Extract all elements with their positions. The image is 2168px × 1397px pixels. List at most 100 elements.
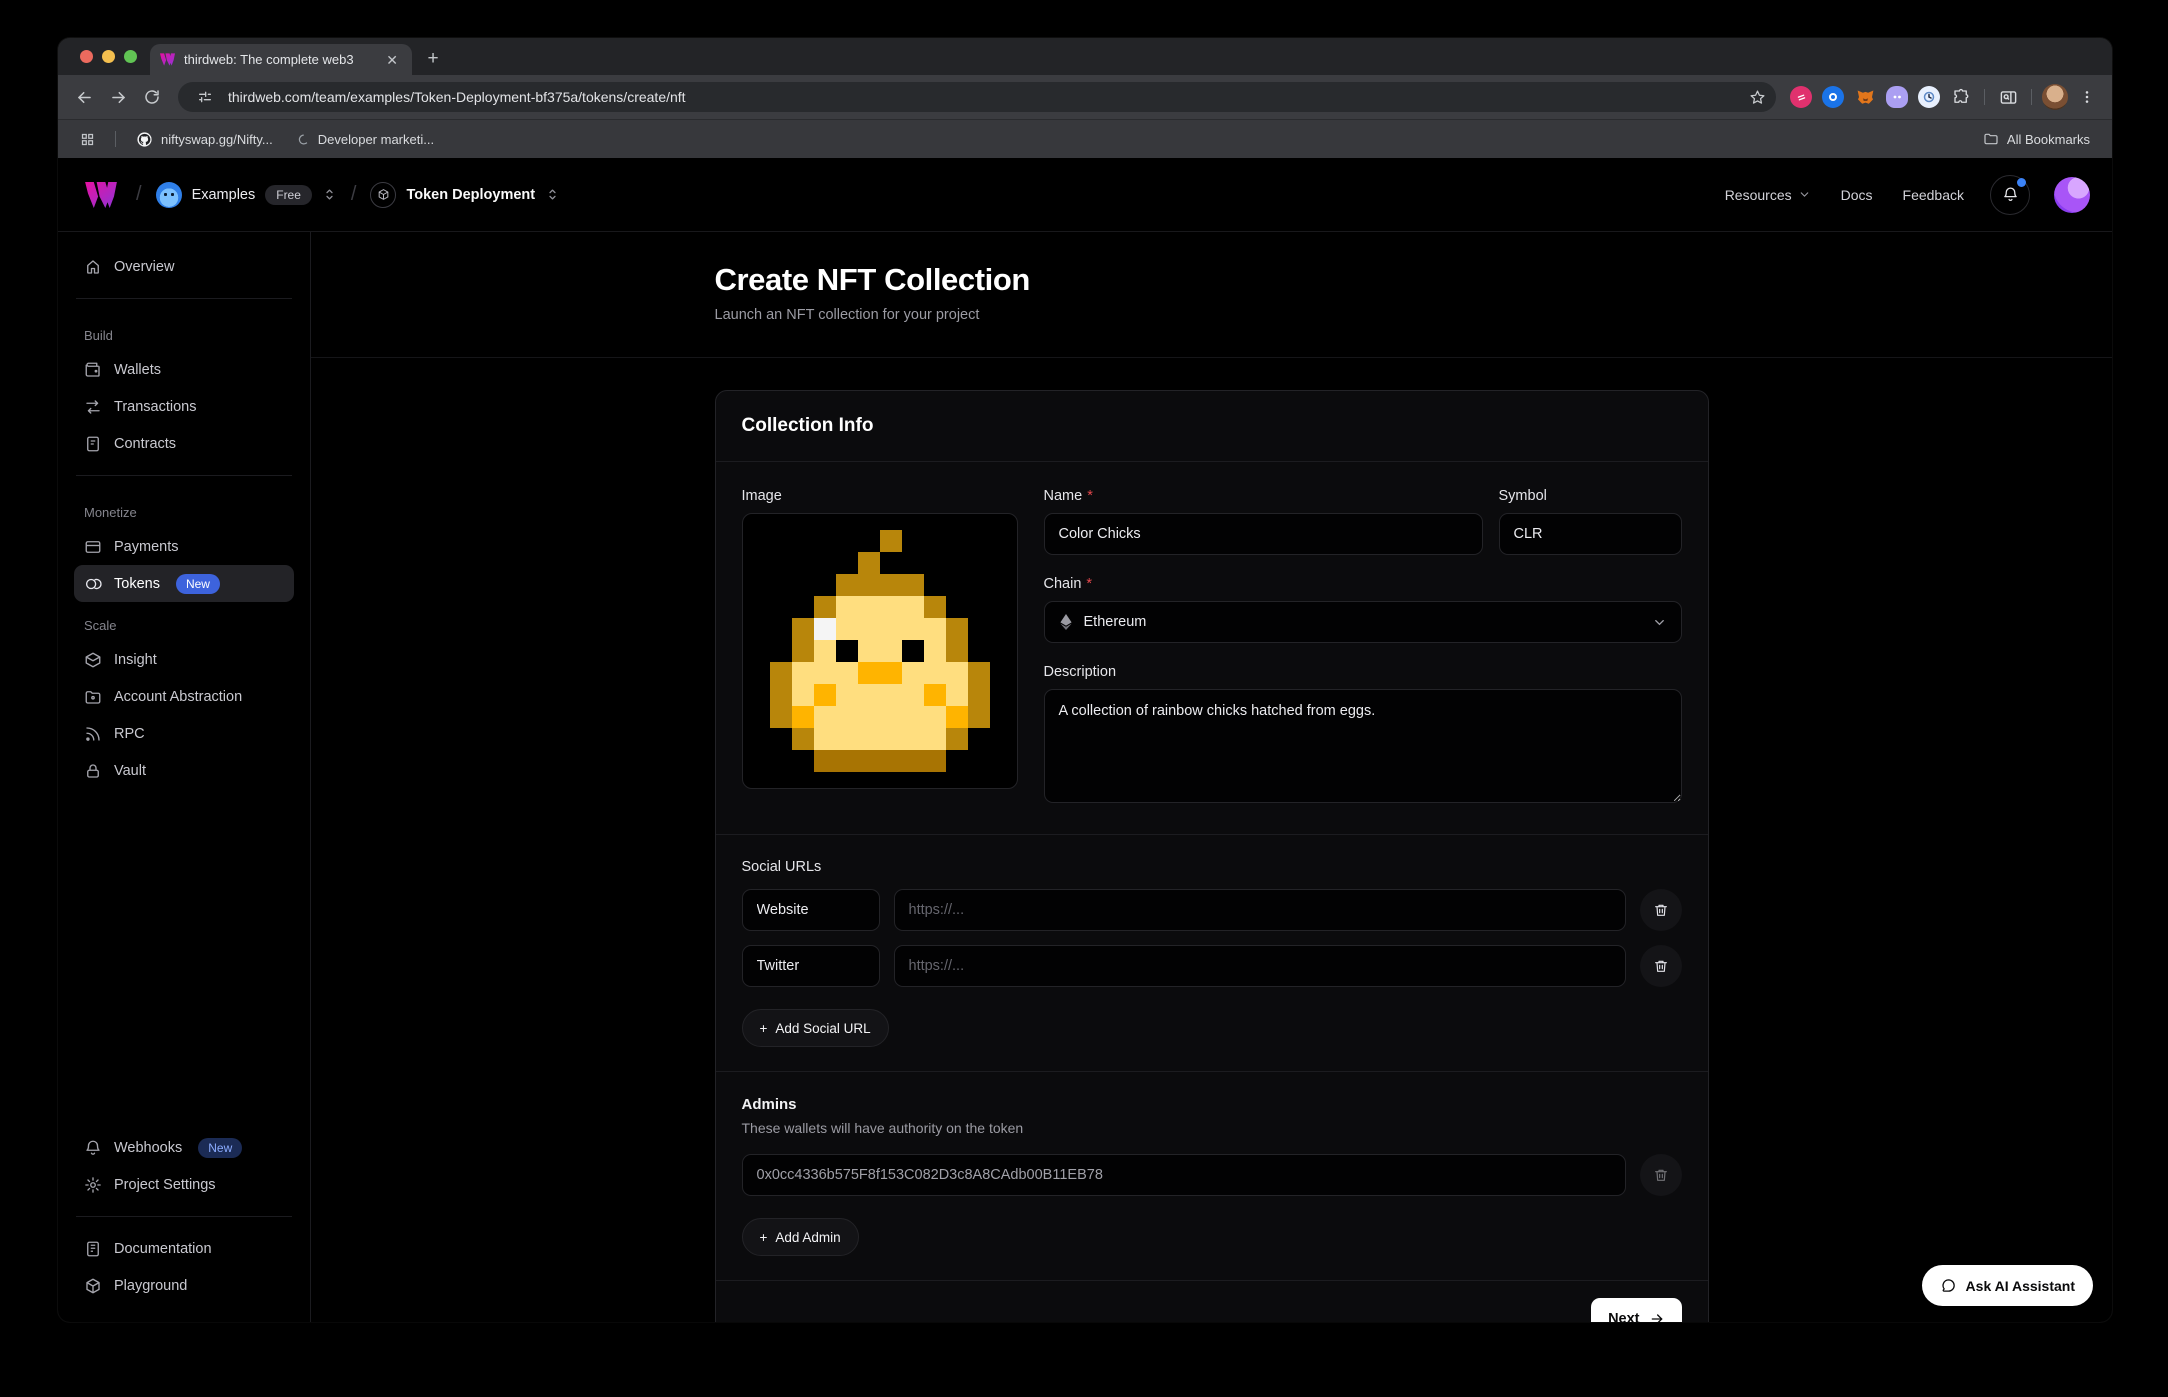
sidebar-item-rpc[interactable]: RPC bbox=[74, 715, 294, 752]
extension-clock-icon[interactable] bbox=[1914, 82, 1944, 112]
chevron-down-icon bbox=[1798, 188, 1811, 201]
bookmark-label: niftyswap.gg/Nifty... bbox=[161, 132, 273, 147]
credit-card-icon bbox=[84, 538, 102, 556]
project-switcher-icon[interactable] bbox=[545, 187, 560, 202]
browser-menu-icon[interactable] bbox=[2072, 82, 2102, 112]
chain-field: Chain* Ethereum bbox=[1044, 576, 1682, 643]
sidebar-item-insight[interactable]: Insight bbox=[74, 641, 294, 678]
thirdweb-dashboard: / Examples Free / Token Deployment bbox=[58, 158, 2112, 1322]
team-switcher-icon[interactable] bbox=[322, 187, 337, 202]
sidebar-item-tokens[interactable]: Tokens New bbox=[74, 565, 294, 602]
extension-blue-icon[interactable] bbox=[1818, 82, 1848, 112]
extension-1password-icon[interactable] bbox=[1786, 82, 1816, 112]
sidebar-item-transactions[interactable]: Transactions bbox=[74, 388, 294, 425]
breadcrumb-project[interactable]: Token Deployment bbox=[370, 182, 560, 208]
browser-tab[interactable]: thirdweb: The complete web3 ✕ bbox=[150, 44, 412, 75]
cube-icon bbox=[84, 1277, 102, 1295]
sidebar-item-contracts[interactable]: Contracts bbox=[74, 425, 294, 462]
book-icon bbox=[84, 1240, 102, 1258]
back-button[interactable] bbox=[68, 81, 100, 113]
sidebar-item-documentation[interactable]: Documentation bbox=[74, 1230, 294, 1267]
folder-icon bbox=[84, 688, 102, 706]
close-window-button[interactable] bbox=[80, 50, 93, 63]
card-title: Collection Info bbox=[716, 391, 1708, 462]
admin-address-input[interactable] bbox=[742, 1154, 1626, 1196]
extension-phantom-icon[interactable] bbox=[1882, 82, 1912, 112]
name-input[interactable] bbox=[1044, 513, 1483, 555]
thirdweb-logo[interactable] bbox=[80, 182, 122, 208]
bookmarks-bar: niftyswap.gg/Nifty... Developer marketi.… bbox=[58, 119, 2112, 158]
forward-button[interactable] bbox=[102, 81, 134, 113]
sidebar-section-scale: Scale bbox=[84, 618, 284, 633]
add-social-url-button[interactable]: + Add Social URL bbox=[742, 1009, 889, 1047]
coins-icon bbox=[84, 575, 102, 593]
all-bookmarks-button[interactable]: All Bookmarks bbox=[1975, 127, 2098, 151]
sidebar-item-account-abstraction[interactable]: Account Abstraction bbox=[74, 678, 294, 715]
social-urls-section: Social URLs bbox=[716, 834, 1708, 1071]
thirdweb-favicon bbox=[160, 53, 175, 66]
lock-icon bbox=[84, 762, 102, 780]
chevron-down-icon bbox=[1652, 615, 1667, 630]
description-textarea[interactable] bbox=[1044, 689, 1682, 803]
address-bar[interactable]: thirdweb.com/team/examples/Token-Deploym… bbox=[178, 82, 1776, 112]
delete-admin-button[interactable] bbox=[1640, 1154, 1682, 1196]
social-url-input[interactable] bbox=[894, 945, 1626, 987]
symbol-input[interactable] bbox=[1499, 513, 1682, 555]
sidebar-item-wallets[interactable]: Wallets bbox=[74, 351, 294, 388]
social-url-input[interactable] bbox=[894, 889, 1626, 931]
nav-docs[interactable]: Docs bbox=[1841, 187, 1873, 203]
social-platform-input[interactable] bbox=[742, 889, 880, 931]
side-panel-icon[interactable] bbox=[1993, 82, 2023, 112]
tokens-new-badge: New bbox=[176, 574, 220, 594]
sidebar-item-project-settings[interactable]: Project Settings bbox=[74, 1166, 294, 1203]
app-header: / Examples Free / Token Deployment bbox=[58, 158, 2112, 232]
admins-subtitle: These wallets will have authority on the… bbox=[742, 1120, 1682, 1136]
social-url-row bbox=[742, 945, 1682, 987]
extension-metamask-icon[interactable] bbox=[1850, 82, 1880, 112]
nav-feedback[interactable]: Feedback bbox=[1903, 187, 1964, 203]
sidebar-item-payments[interactable]: Payments bbox=[74, 528, 294, 565]
admin-row bbox=[742, 1154, 1682, 1196]
delete-social-url-button[interactable] bbox=[1640, 945, 1682, 987]
chain-select[interactable]: Ethereum bbox=[1044, 601, 1682, 643]
bookmark-item[interactable]: niftyswap.gg/Nifty... bbox=[128, 127, 281, 152]
notifications-button[interactable] bbox=[1990, 175, 2030, 215]
sidebar-item-webhooks[interactable]: Webhooks New bbox=[74, 1129, 294, 1166]
site-settings-icon[interactable] bbox=[192, 84, 218, 110]
chrome-profile-avatar[interactable] bbox=[2040, 82, 2070, 112]
minimize-window-button[interactable] bbox=[102, 50, 115, 63]
ask-ai-assistant-button[interactable]: Ask AI Assistant bbox=[1922, 1265, 2093, 1306]
bookmarks-divider bbox=[115, 131, 116, 147]
package-icon bbox=[84, 651, 102, 669]
sidebar-item-overview[interactable]: Overview bbox=[74, 248, 294, 285]
collection-image-upload[interactable] bbox=[742, 513, 1018, 789]
bookmark-star-icon[interactable] bbox=[1744, 84, 1770, 110]
page-subtitle: Launch an NFT collection for your projec… bbox=[715, 307, 1709, 323]
project-icon bbox=[370, 182, 396, 208]
maximize-window-button[interactable] bbox=[124, 50, 137, 63]
description-label: Description bbox=[1044, 664, 1117, 680]
sidebar-item-vault[interactable]: Vault bbox=[74, 752, 294, 789]
plan-badge: Free bbox=[265, 185, 312, 205]
social-platform-input[interactable] bbox=[742, 945, 880, 987]
next-button[interactable]: Next bbox=[1591, 1298, 1681, 1322]
reload-button[interactable] bbox=[136, 81, 168, 113]
folder-icon bbox=[1983, 131, 1999, 147]
toolbar-divider bbox=[1984, 89, 1985, 105]
chain-label: Chain bbox=[1044, 576, 1082, 592]
sidebar-item-playground[interactable]: Playground bbox=[74, 1267, 294, 1304]
new-tab-button[interactable]: + bbox=[418, 44, 448, 74]
tab-close-icon[interactable]: ✕ bbox=[382, 51, 402, 69]
bookmark-item[interactable]: Developer marketi... bbox=[287, 128, 442, 151]
delete-social-url-button[interactable] bbox=[1640, 889, 1682, 931]
nav-resources[interactable]: Resources bbox=[1725, 187, 1811, 203]
url-text: thirdweb.com/team/examples/Token-Deploym… bbox=[228, 89, 1734, 105]
add-admin-button[interactable]: + Add Admin bbox=[742, 1218, 859, 1256]
breadcrumb-team[interactable]: Examples Free bbox=[156, 182, 337, 208]
user-avatar[interactable] bbox=[2054, 177, 2090, 213]
name-label: Name bbox=[1044, 488, 1083, 504]
window-controls bbox=[80, 50, 137, 63]
social-url-row bbox=[742, 889, 1682, 931]
extensions-puzzle-icon[interactable] bbox=[1946, 82, 1976, 112]
apps-grid-icon[interactable] bbox=[72, 128, 103, 151]
